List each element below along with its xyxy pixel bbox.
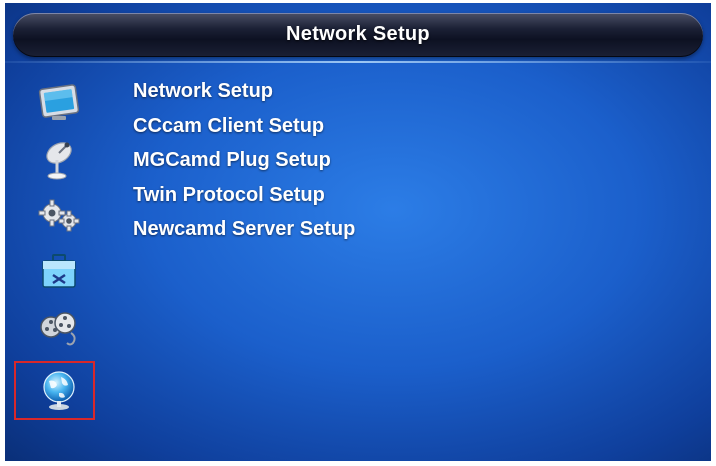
tv-screen: Network Setup Network Setup CCcam Client… [5,3,711,461]
satellite-dish-icon[interactable] [35,135,83,183]
menu-item-mgcamd-plug-setup[interactable]: MGCamd Plug Setup [133,147,355,182]
tv-icon[interactable] [35,79,83,127]
gears-icon[interactable] [35,191,83,239]
menu-item-network-setup[interactable]: Network Setup [133,78,355,113]
sidebar [5,63,105,461]
toolbox-icon[interactable] [35,247,83,295]
title-bar: Network Setup [13,13,703,57]
header-divider [5,61,711,63]
menu-item-twin-protocol-setup[interactable]: Twin Protocol Setup [133,182,355,217]
film-reel-icon[interactable] [35,303,83,351]
selection-highlight [14,361,95,420]
menu-list: Network Setup CCcam Client Setup MGCamd … [133,78,355,251]
page-title: Network Setup [286,23,430,45]
menu-item-cccam-client-setup[interactable]: CCcam Client Setup [133,113,355,148]
menu-item-newcamd-server-setup[interactable]: Newcamd Server Setup [133,216,355,251]
